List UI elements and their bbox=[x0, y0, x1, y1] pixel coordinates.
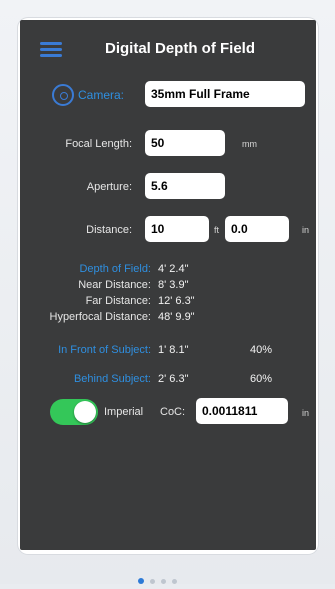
behind-subject-label: Behind Subject: bbox=[73, 373, 151, 385]
distance-feet-input[interactable]: 10 bbox=[145, 216, 209, 242]
distance-inches-input[interactable]: 0.0 bbox=[225, 216, 289, 242]
depth-of-field-label: Depth of Field: bbox=[79, 263, 151, 275]
page-dot-1[interactable] bbox=[138, 578, 144, 584]
coc-input[interactable]: 0.0011811 bbox=[196, 398, 288, 424]
aperture-input[interactable]: 5.6 bbox=[145, 173, 225, 199]
hyperfocal-distance-label: Hyperfocal Distance: bbox=[49, 311, 152, 323]
near-distance-label: Near Distance: bbox=[78, 279, 151, 291]
in-front-label: In Front of Subject: bbox=[58, 344, 151, 356]
hamburger-menu-icon[interactable] bbox=[40, 42, 62, 58]
coc-unit: in bbox=[302, 408, 310, 418]
aperture-label: Aperture: bbox=[86, 181, 132, 193]
behind-subject-percent: 60% bbox=[250, 373, 273, 385]
distance-feet-unit: ft bbox=[214, 225, 220, 235]
camera-icon[interactable] bbox=[52, 84, 74, 106]
distance-label: Distance: bbox=[86, 224, 132, 236]
coc-label: CoC: bbox=[160, 406, 186, 418]
focal-length-input[interactable]: 50 bbox=[145, 130, 225, 156]
focal-length-label: Focal Length: bbox=[65, 138, 132, 150]
camera-select[interactable]: 35mm Full Frame bbox=[145, 81, 305, 107]
far-distance-value: 12' 6.3" bbox=[158, 295, 195, 307]
behind-subject-value: 2' 6.3" bbox=[158, 373, 189, 385]
page-dot-4[interactable] bbox=[172, 579, 177, 584]
in-front-percent: 40% bbox=[250, 344, 273, 356]
camera-label: Camera: bbox=[78, 88, 125, 102]
page-dot-2[interactable] bbox=[150, 579, 155, 584]
imperial-toggle[interactable] bbox=[50, 399, 98, 425]
focal-length-unit: mm bbox=[242, 139, 257, 149]
near-distance-value: 8' 3.9" bbox=[158, 279, 189, 291]
page-title: Digital Depth of Field bbox=[105, 40, 255, 57]
header: Digital Depth of Field bbox=[20, 20, 316, 76]
imperial-label: Imperial bbox=[104, 406, 144, 418]
page-dot-3[interactable] bbox=[161, 579, 166, 584]
toggle-knob bbox=[74, 401, 96, 423]
page-indicator bbox=[138, 571, 183, 584]
hyperfocal-distance-value: 48' 9.9" bbox=[158, 311, 195, 323]
in-front-value: 1' 8.1" bbox=[158, 344, 189, 356]
far-distance-label: Far Distance: bbox=[85, 295, 151, 307]
distance-inches-unit: in bbox=[302, 225, 310, 235]
app-panel: Digital Depth of Field Camera: 35mm Full… bbox=[20, 20, 316, 550]
depth-of-field-value: 4' 2.4" bbox=[158, 263, 189, 275]
